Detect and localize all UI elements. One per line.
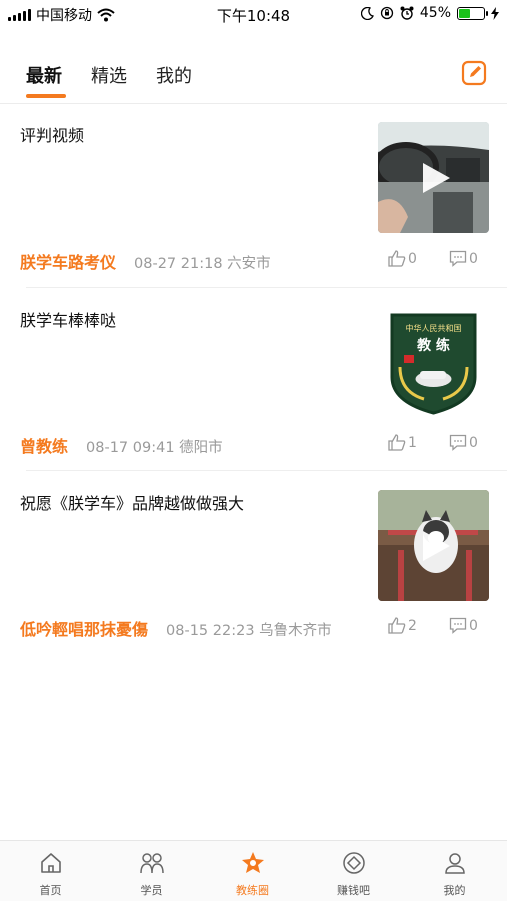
post-meta: 低吟輕唱那抹憂傷 08-15 22:23 乌鲁木齐市 — [20, 616, 332, 640]
nav-label: 教练圈 — [236, 884, 269, 897]
post-title: 朕学车棒棒哒 — [20, 311, 117, 330]
post-time-location: 08-27 21:18 六安市 — [134, 256, 271, 272]
moon-icon — [360, 6, 374, 20]
orientation-lock-icon — [380, 6, 394, 20]
nav-label: 赚钱吧 — [337, 884, 370, 897]
play-icon[interactable] — [418, 529, 452, 563]
post-item[interactable]: 祝愿《朕学车》品牌越做做强大 低吟輕唱那抹憂傷 08-15 22:23 乌鲁木齐… — [0, 490, 507, 650]
play-icon[interactable] — [418, 161, 452, 195]
home-icon — [40, 853, 61, 873]
coach-badge-image: 中华人民共和国 教 练 — [378, 307, 489, 418]
post-meta: 朕学车路考仪 08-27 21:18 六安市 — [20, 249, 271, 273]
post-thumbnail[interactable] — [378, 122, 489, 233]
post-title: 评判视频 — [20, 126, 85, 145]
nav-profile[interactable]: 我的 — [404, 841, 505, 901]
comment-button[interactable]: 0 — [449, 617, 478, 634]
comment-count: 0 — [469, 434, 478, 451]
post-time-location: 08-17 09:41 德阳市 — [86, 440, 223, 456]
post-thumbnail[interactable] — [378, 490, 489, 601]
badge-country-text: 中华人民共和国 — [406, 323, 462, 333]
nav-home[interactable]: 首页 — [0, 841, 101, 901]
charging-icon — [491, 6, 499, 20]
like-count: 1 — [408, 434, 417, 451]
edit-icon[interactable] — [461, 60, 487, 86]
comment-button[interactable]: 0 — [449, 250, 478, 267]
like-button[interactable]: 0 — [388, 250, 417, 267]
tab-bar: 最新 精选 我的 — [0, 50, 507, 102]
post-author[interactable]: 低吟輕唱那抹憂傷 — [20, 616, 148, 640]
comment-icon — [449, 617, 467, 634]
tab-latest[interactable]: 最新 — [26, 62, 62, 88]
like-count: 0 — [408, 250, 417, 267]
like-count: 2 — [408, 617, 417, 634]
post-divider — [26, 287, 507, 288]
nav-students[interactable]: 学员 — [101, 841, 202, 901]
comment-icon — [449, 250, 467, 267]
battery-percent: 45% — [419, 5, 451, 21]
tab-featured[interactable]: 精选 — [91, 62, 127, 88]
status-bar: 中国移动 下午10:48 45% — [0, 0, 507, 28]
post-divider — [26, 470, 507, 471]
post-item[interactable]: 评判视频 朕学车路考仪 08-27 21:18 六安市 0 0 — [0, 122, 507, 282]
nav-earn-money[interactable]: 赚钱吧 — [303, 841, 404, 901]
profile-icon — [444, 853, 465, 874]
nav-label: 首页 — [39, 884, 62, 897]
post-time-location: 08-15 22:23 乌鲁木齐市 — [166, 623, 332, 639]
post-meta: 曾教练 08-17 09:41 德阳市 — [20, 433, 223, 457]
battery-icon — [457, 6, 488, 20]
thumbs-up-icon — [388, 434, 406, 451]
comment-button[interactable]: 0 — [449, 434, 478, 451]
coach-circle-icon — [241, 852, 264, 873]
earn-money-icon — [342, 852, 365, 874]
alarm-icon — [400, 6, 414, 20]
post-author[interactable]: 曾教练 — [20, 433, 68, 457]
comment-count: 0 — [469, 617, 478, 634]
post-author[interactable]: 朕学车路考仪 — [20, 249, 116, 273]
post-thumbnail[interactable]: 中华人民共和国 教 练 — [378, 307, 489, 418]
comment-count: 0 — [469, 250, 478, 267]
students-icon — [139, 853, 164, 874]
header-divider — [0, 103, 507, 104]
comment-icon — [449, 434, 467, 451]
badge-title-text: 教 练 — [417, 337, 450, 354]
bottom-nav: 首页 学员 教练圈 赚钱吧 我的 — [0, 840, 507, 901]
like-button[interactable]: 2 — [388, 617, 417, 634]
like-button[interactable]: 1 — [388, 434, 417, 451]
tab-mine[interactable]: 我的 — [156, 62, 192, 88]
nav-label: 学员 — [140, 884, 163, 897]
nav-label: 我的 — [443, 884, 466, 897]
nav-coach-circle[interactable]: 教练圈 — [202, 841, 303, 901]
post-title: 祝愿《朕学车》品牌越做做强大 — [20, 494, 245, 513]
post-item[interactable]: 朕学车棒棒哒 中华人民共和国 教 练 曾教练 08-17 09:41 德阳市 1… — [0, 307, 507, 467]
thumbs-up-icon — [388, 617, 406, 634]
thumbs-up-icon — [388, 250, 406, 267]
active-tab-indicator — [26, 94, 66, 98]
